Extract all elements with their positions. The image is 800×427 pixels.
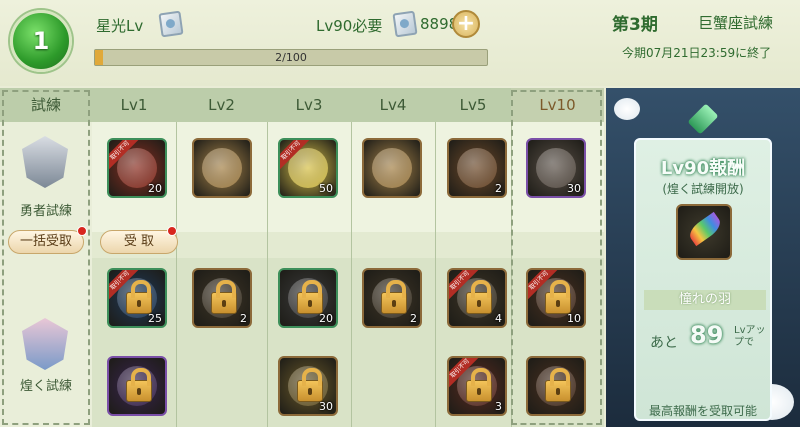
claim-all-notification-dot bbox=[77, 226, 87, 236]
column-divider bbox=[351, 122, 352, 427]
item-quantity: 20 bbox=[148, 182, 162, 195]
column-header-lv3: Lv3 bbox=[267, 88, 351, 122]
hero-trial-item-2[interactable] bbox=[192, 138, 252, 198]
season-title: 第3期 bbox=[612, 15, 658, 35]
reward-footer-note: 最高報酬を受取可能 bbox=[648, 404, 757, 418]
hero-trial-item-4[interactable] bbox=[362, 138, 422, 198]
padlock-icon bbox=[211, 280, 237, 314]
item-quantity: 50 bbox=[319, 182, 333, 195]
column-divider bbox=[267, 122, 268, 427]
padlock-icon bbox=[466, 280, 492, 314]
required-label: Lv90必要 bbox=[316, 17, 383, 35]
ghost-mascot-icon bbox=[614, 98, 640, 120]
hero-trial-item-6[interactable]: 30 bbox=[526, 138, 586, 198]
brilliant-trial-row2-item-4[interactable] bbox=[526, 356, 586, 416]
star-level-badge: 1 bbox=[10, 10, 72, 72]
item-quantity: 2 bbox=[495, 182, 502, 195]
column-header-lv4: Lv4 bbox=[351, 88, 435, 122]
claim-label: 受 取 bbox=[123, 234, 155, 249]
item-quantity: 30 bbox=[319, 400, 333, 413]
brilliant-trial-row2-item-3[interactable]: 取引不可 3 bbox=[447, 356, 507, 416]
brilliant-trial-row1-item-4[interactable]: 2 bbox=[362, 268, 422, 328]
column-divider bbox=[176, 122, 177, 427]
reward-subtitle: (煌く試練開放) bbox=[662, 182, 744, 196]
brilliant-trial-row1-item-3[interactable]: 20 bbox=[278, 268, 338, 328]
remaining-levels: 89 bbox=[690, 321, 724, 349]
plus-icon: + bbox=[456, 11, 476, 36]
padlock-icon bbox=[545, 368, 571, 402]
remaining-label: あと bbox=[650, 335, 678, 351]
hero-trial-item-3[interactable]: 取引不可 50 bbox=[278, 138, 338, 198]
top-bar: 1 星光Lv Lv90必要 8898 + 2/100 第3期 巨蟹座試練 今期0… bbox=[0, 0, 800, 86]
padlock-icon bbox=[297, 368, 323, 402]
item-quantity: 2 bbox=[240, 312, 247, 325]
item-quantity: 25 bbox=[148, 312, 162, 325]
brilliant-trial-label: 煌く試練 bbox=[19, 379, 72, 394]
trial-name: 巨蟹座試練 bbox=[698, 14, 774, 32]
trial-reward-grid: 試練 Lv1 Lv2 Lv3 Lv4 Lv5 Lv10 勇者試練 一括受取 受 … bbox=[0, 88, 604, 427]
item-quantity: 10 bbox=[567, 312, 581, 325]
column-header-lv2: Lv2 bbox=[176, 88, 267, 122]
reward-item-icon bbox=[457, 148, 497, 188]
star-level-label: 星光Lv bbox=[96, 17, 144, 35]
claim-all-button[interactable]: 一括受取 bbox=[8, 230, 84, 254]
brilliant-trial-row1-item-2[interactable]: 2 bbox=[192, 268, 252, 328]
column-header-lv5: Lv5 bbox=[435, 88, 511, 122]
reward-side-panel: Lv90報酬 (煌く試練開放) 憧れの羽 あと 89 Lvアップで 最高報酬を受… bbox=[606, 88, 800, 427]
remaining-unit: Lvアップで bbox=[734, 325, 766, 348]
hero-trial-label: 勇者試練 bbox=[19, 204, 72, 219]
season-deadline: 今期07月21日23:59に終了 bbox=[622, 46, 772, 60]
brilliant-trial-row2-item-2[interactable]: 30 bbox=[278, 356, 338, 416]
brilliant-trial-row1-item-6[interactable]: 取引不可 10 bbox=[526, 268, 586, 328]
hero-trial-item-5[interactable]: 2 bbox=[447, 138, 507, 198]
rainbow-feather-icon bbox=[685, 211, 725, 247]
level-progress-bar: 2/100 bbox=[94, 49, 488, 66]
lv90-reward-card[interactable]: Lv90報酬 (煌く試練開放) 憧れの羽 あと 89 Lvアップで 最高報酬を受… bbox=[634, 138, 772, 421]
reward-item-slot[interactable] bbox=[676, 204, 732, 260]
reward-item-name: 憧れの羽 bbox=[644, 290, 766, 310]
star-level-number: 1 bbox=[32, 27, 50, 55]
column-header-lv1: Lv1 bbox=[92, 88, 176, 122]
item-quantity: 20 bbox=[319, 312, 333, 325]
padlock-icon bbox=[466, 368, 492, 402]
add-currency-button[interactable]: + bbox=[452, 10, 480, 38]
claim-lv1-notification-dot bbox=[167, 226, 177, 236]
item-quantity: 4 bbox=[495, 312, 502, 325]
padlock-icon bbox=[297, 280, 323, 314]
column-divider bbox=[435, 122, 436, 427]
item-quantity: 30 bbox=[567, 182, 581, 195]
claim-all-label: 一括受取 bbox=[19, 234, 72, 249]
brilliant-trial-row1-item-1[interactable]: 取引不可 25 bbox=[107, 268, 167, 328]
padlock-icon bbox=[381, 280, 407, 314]
hero-trial-item-1[interactable]: 取引不可 20 bbox=[107, 138, 167, 198]
reward-item-icon bbox=[372, 148, 412, 188]
star-book-icon bbox=[158, 10, 184, 38]
padlock-icon bbox=[126, 368, 152, 402]
padlock-icon bbox=[545, 280, 571, 314]
emerald-gem-icon bbox=[687, 103, 719, 135]
progress-text: 2/100 bbox=[275, 51, 307, 64]
item-quantity: 3 bbox=[495, 400, 502, 413]
item-quantity: 2 bbox=[410, 312, 417, 325]
star-book-currency-icon bbox=[392, 10, 418, 38]
claim-lv1-button[interactable]: 受 取 bbox=[100, 230, 178, 254]
reward-title: Lv90報酬 bbox=[660, 158, 746, 179]
brilliant-trial-row2-item-1[interactable] bbox=[107, 356, 167, 416]
reward-item-icon bbox=[202, 148, 242, 188]
padlock-icon bbox=[126, 280, 152, 314]
brilliant-trial-row1-item-5[interactable]: 取引不可 4 bbox=[447, 268, 507, 328]
